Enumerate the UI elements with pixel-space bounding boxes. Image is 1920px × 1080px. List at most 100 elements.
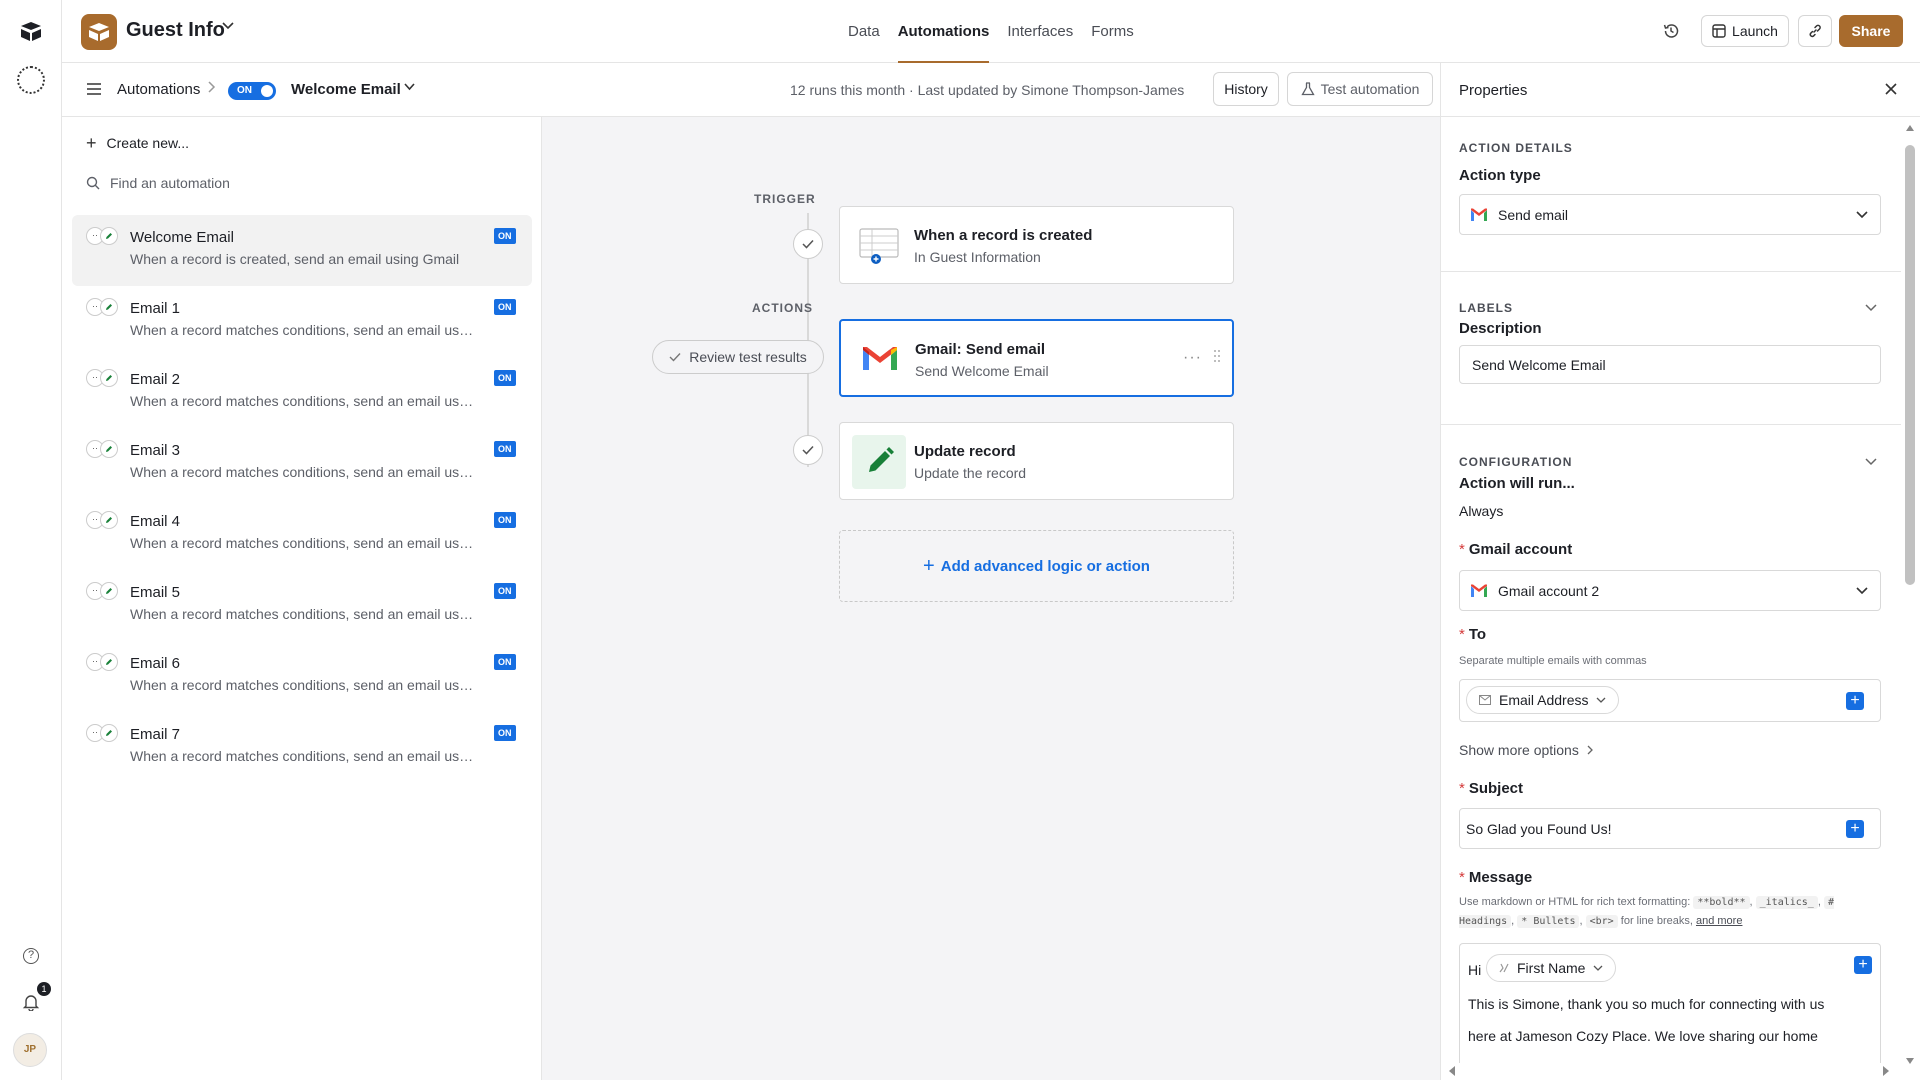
properties-panel: Properties ACTION DETAILS Action type Se… — [1440, 63, 1920, 1080]
notifications-bell-icon[interactable] — [22, 993, 40, 1011]
automation-step-icons: ·· — [86, 227, 122, 245]
gmail-icon — [853, 333, 907, 387]
toggle-knob — [261, 85, 273, 97]
user-avatar[interactable]: JP — [13, 1033, 47, 1067]
automation-item-description: When a record matches conditions, send a… — [130, 748, 475, 764]
create-new-button[interactable]: + Create new... — [86, 133, 190, 153]
revision-history-icon[interactable] — [1662, 22, 1680, 40]
find-automation-row — [86, 175, 410, 191]
automation-step-icons: ·· — [86, 511, 122, 529]
insert-field-plus-button[interactable]: + — [1854, 956, 1872, 974]
insert-field-plus-button[interactable]: + — [1846, 820, 1864, 838]
hamburger-menu-icon[interactable] — [87, 83, 101, 95]
labels-collapse-chevron-icon[interactable] — [1865, 304, 1877, 312]
test-automation-button[interactable]: Test automation — [1287, 72, 1433, 106]
insert-field-plus-button[interactable]: + — [1846, 692, 1864, 710]
add-advanced-logic-button[interactable]: + Add advanced logic or action — [839, 530, 1234, 602]
plus-icon: + — [86, 133, 97, 153]
automation-step-icons: ·· — [86, 582, 122, 600]
subject-input[interactable]: So Glad you Found Us! + — [1459, 808, 1881, 849]
properties-horizontal-scrollbar[interactable] — [1441, 1062, 1920, 1080]
review-test-results-button[interactable]: Review test results — [652, 340, 824, 374]
update-record-check-icon — [793, 435, 823, 465]
review-test-results-label: Review test results — [689, 349, 807, 365]
gmail-account-value: Gmail account 2 — [1498, 583, 1600, 599]
automation-list-item[interactable]: ·· Email 1 When a record matches condition… — [72, 286, 532, 357]
pencil-icon — [100, 440, 118, 458]
step-more-options-icon[interactable]: ··· — [1183, 349, 1202, 367]
automation-name-chevron-down-icon[interactable] — [404, 83, 415, 91]
workspace-loading-icon[interactable] — [17, 66, 45, 94]
action-type-label: Action type — [1459, 167, 1541, 184]
help-icon[interactable]: ? — [23, 948, 39, 964]
launch-icon — [1712, 24, 1726, 38]
tab-data[interactable]: Data — [848, 0, 880, 63]
action-type-select[interactable]: Send email — [1459, 194, 1881, 235]
trigger-step-card[interactable]: When a record is created In Guest Inform… — [839, 206, 1234, 284]
message-editor[interactable]: Hi First Name + This is Simone, thank yo… — [1459, 943, 1881, 1063]
first-name-token[interactable]: First Name — [1486, 954, 1617, 982]
gmail-send-email-step-card[interactable]: Gmail: Send email Send Welcome Email ··· — [839, 319, 1234, 397]
tab-forms[interactable]: Forms — [1091, 0, 1134, 63]
gmail-account-label: * Gmail account — [1459, 541, 1573, 558]
breadcrumb-automations[interactable]: Automations — [117, 81, 200, 98]
automation-name[interactable]: Welcome Email — [291, 81, 401, 98]
automation-on-toggle[interactable]: ON — [228, 82, 276, 100]
automation-item-name: Email 1 — [130, 300, 181, 317]
launch-button[interactable]: Launch — [1701, 15, 1789, 47]
copy-link-button[interactable] — [1798, 15, 1832, 47]
first-name-token-label: First Name — [1517, 960, 1586, 976]
automation-step-icons: ·· — [86, 724, 122, 742]
formula-icon — [1499, 963, 1509, 973]
chevron-down-icon — [1856, 211, 1868, 219]
runs-summary: 12 runs this month · Last updated by Sim… — [790, 82, 1185, 98]
base-icon[interactable] — [81, 14, 117, 50]
breadcrumb-chevron-right-icon — [208, 81, 216, 93]
chevron-down-icon — [1597, 697, 1606, 703]
tab-interfaces[interactable]: Interfaces — [1007, 0, 1073, 63]
automation-canvas: TRIGGER ACTIONS When a record is created… — [542, 117, 1440, 1080]
automation-list-item[interactable]: ·· Email 6 When a record matches condition… — [72, 641, 532, 712]
properties-scrollbar-thumb[interactable] — [1905, 145, 1915, 585]
gmail-icon — [1471, 584, 1487, 597]
update-record-step-card[interactable]: Update record Update the record — [839, 422, 1234, 500]
link-icon — [1809, 24, 1821, 38]
base-menu-chevron-down-icon[interactable] — [222, 22, 234, 30]
automation-step-icons: ·· — [86, 440, 122, 458]
create-new-label: Create new... — [106, 135, 190, 151]
status-badge: ON — [494, 228, 516, 244]
show-more-options-link[interactable]: Show more options — [1459, 742, 1593, 758]
share-button[interactable]: Share — [1839, 15, 1903, 47]
drag-handle-icon[interactable] — [1213, 349, 1221, 363]
and-more-link[interactable]: and more — [1696, 915, 1742, 927]
labels-heading: LABELS — [1459, 301, 1513, 315]
find-automation-input[interactable] — [110, 175, 410, 191]
to-field[interactable]: Email Address + — [1459, 679, 1881, 722]
automation-list-item[interactable]: ·· Email 2 When a record matches condition… — [72, 357, 532, 428]
automation-item-name: Email 7 — [130, 726, 181, 743]
automation-list-item[interactable]: ·· Email 7 When a record matches condition… — [72, 712, 532, 783]
description-label: Description — [1459, 320, 1542, 337]
status-badge: ON — [494, 654, 516, 670]
history-button[interactable]: History — [1213, 72, 1279, 106]
base-title[interactable]: Guest Info — [126, 19, 225, 42]
close-icon[interactable] — [1881, 79, 1901, 99]
configuration-collapse-chevron-icon[interactable] — [1865, 458, 1877, 466]
tab-automations[interactable]: Automations — [897, 0, 990, 63]
update-record-title: Update record — [914, 443, 1016, 460]
automation-list-item[interactable]: ·· Email 5 When a record matches condition… — [72, 570, 532, 641]
automation-list-item[interactable]: ·· Welcome Email When a record is created,… — [72, 215, 532, 286]
toggle-label: ON — [237, 85, 252, 96]
automation-item-name: Email 2 — [130, 371, 181, 388]
status-badge: ON — [494, 512, 516, 528]
description-input[interactable]: Send Welcome Email — [1459, 345, 1881, 384]
gmail-account-select[interactable]: Gmail account 2 — [1459, 570, 1881, 611]
test-automation-label: Test automation — [1320, 81, 1420, 97]
automation-item-description: When a record matches conditions, send a… — [130, 393, 475, 409]
left-rail: ? 1 JP — [0, 0, 62, 1080]
automation-list-item[interactable]: ·· Email 4 When a record matches condition… — [72, 499, 532, 570]
airtable-logo-icon[interactable] — [19, 20, 43, 42]
actions-section-label: ACTIONS — [752, 301, 813, 315]
automation-list-item[interactable]: ·· Email 3 When a record matches condition… — [72, 428, 532, 499]
email-address-token[interactable]: Email Address — [1466, 686, 1620, 714]
